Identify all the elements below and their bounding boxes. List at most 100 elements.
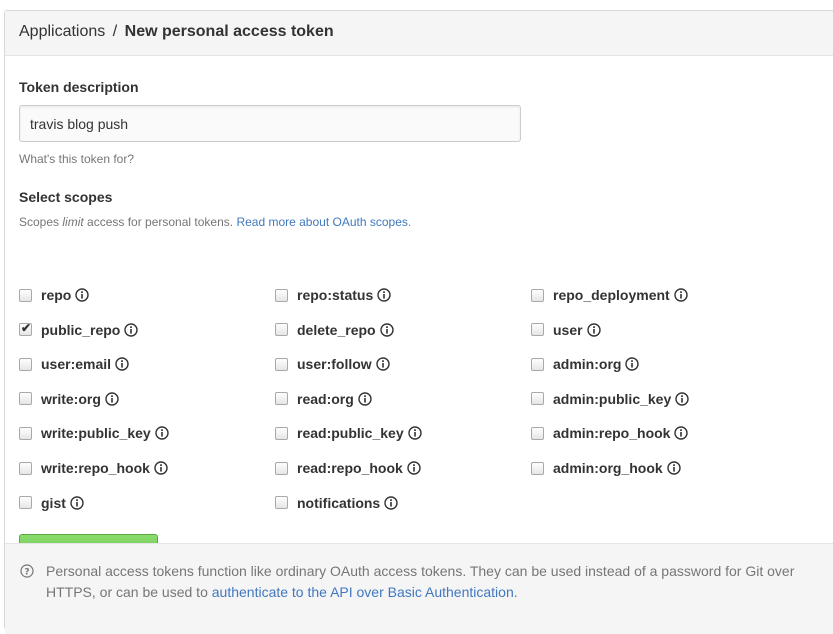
scope-user-email[interactable]: user:email: [19, 354, 129, 374]
scope-read-public-key[interactable]: read:public_key: [275, 423, 422, 443]
footer-note: ? Personal access tokens function like o…: [5, 543, 833, 634]
info-icon[interactable]: [625, 357, 640, 371]
scope-read-repo-hook[interactable]: read:repo_hook: [275, 458, 421, 478]
scope-admin-org[interactable]: admin:org: [531, 354, 640, 374]
scope-checkbox-read-repo-hook[interactable]: [275, 461, 288, 475]
info-icon[interactable]: [75, 288, 90, 302]
scopes-note-after: access for personal tokens.: [83, 215, 237, 229]
scope-label: repo:status: [297, 287, 374, 303]
info-icon[interactable]: [666, 461, 681, 475]
scope-repo[interactable]: repo: [19, 285, 90, 305]
info-icon[interactable]: [124, 322, 139, 337]
scope-checkbox-notifications[interactable]: [275, 496, 288, 510]
scope-notifications[interactable]: notifications: [275, 493, 398, 513]
scope-user-follow[interactable]: user:follow: [275, 354, 390, 374]
breadcrumb-applications[interactable]: Applications: [19, 23, 105, 40]
oauth-scopes-link[interactable]: Read more about OAuth scopes: [236, 215, 407, 229]
info-icon[interactable]: [115, 357, 129, 371]
scope-checkbox-user-email[interactable]: [19, 357, 32, 371]
basic-auth-link[interactable]: authenticate to the API over Basic Authe…: [212, 584, 514, 600]
token-description-label: Token description: [19, 79, 139, 95]
scope-label: read:org: [297, 390, 354, 407]
scope-public-repo[interactable]: public_repo: [19, 320, 139, 340]
svg-text:?: ?: [24, 568, 29, 578]
scope-checkbox-write-org[interactable]: [19, 392, 32, 406]
scope-label: gist: [41, 494, 66, 511]
scope-checkbox-user-follow[interactable]: [275, 357, 288, 371]
scope-label: admin:public_key: [553, 390, 672, 407]
info-icon[interactable]: [674, 288, 688, 302]
scope-user[interactable]: user: [531, 320, 601, 340]
scope-label: read:repo_hook: [297, 460, 403, 476]
breadcrumb-separator: /: [112, 23, 118, 40]
footer-text: Personal access tokens function like ord…: [46, 561, 826, 603]
info-icon[interactable]: [105, 392, 119, 406]
scopes-note-emphasis: limit: [62, 215, 84, 229]
scope-write-repo-hook[interactable]: write:repo_hook: [19, 458, 168, 478]
scope-label: user: [553, 321, 583, 338]
scope-admin-repo-hook[interactable]: admin:repo_hook: [531, 423, 689, 443]
info-icon[interactable]: [407, 461, 421, 475]
info-icon[interactable]: [154, 461, 168, 475]
scope-label: admin:org_hook: [553, 460, 663, 476]
scope-label: notifications: [297, 494, 381, 511]
scope-label: write:repo_hook: [41, 460, 150, 476]
scope-write-org[interactable]: write:org: [19, 389, 119, 409]
page-title: New personal access token: [124, 23, 334, 40]
scope-checkbox-repo-deployment[interactable]: [531, 288, 544, 302]
scope-checkbox-admin-org-hook[interactable]: [531, 461, 544, 475]
scopes-note: Scopes limit access for personal tokens.…: [19, 215, 411, 229]
scope-repo-deployment[interactable]: repo_deployment: [531, 285, 688, 305]
select-scopes-label: Select scopes: [19, 189, 113, 205]
info-icon[interactable]: [375, 357, 390, 371]
scope-label: user:follow: [297, 356, 372, 373]
info-icon[interactable]: [407, 426, 422, 441]
scope-label: admin:org: [553, 356, 622, 373]
scope-checkbox-delete-repo[interactable]: [275, 323, 288, 337]
scope-label: delete_repo: [297, 321, 376, 338]
scope-checkbox-admin-public-key[interactable]: [531, 392, 544, 406]
footer-text-suffix: .: [513, 584, 518, 600]
question-circle-icon: ?: [20, 564, 34, 581]
scope-checkbox-write-public-key[interactable]: [19, 426, 32, 440]
scopes-note-suffix: .: [407, 215, 412, 229]
scope-checkbox-gist[interactable]: [19, 496, 32, 510]
scope-write-public-key[interactable]: write:public_key: [19, 423, 169, 443]
scope-checkbox-admin-repo-hook[interactable]: [531, 426, 544, 440]
scope-label: repo: [41, 287, 72, 303]
breadcrumb: Applications / New personal access token: [5, 11, 833, 56]
scope-admin-public-key[interactable]: admin:public_key: [531, 389, 689, 409]
info-icon[interactable]: [155, 426, 169, 441]
token-description-help: What's this token for?: [19, 152, 135, 166]
info-icon[interactable]: [70, 495, 84, 510]
token-form-panel: Applications / New personal access token…: [4, 10, 833, 634]
scope-label: repo_deployment: [553, 287, 670, 303]
scope-checkbox-write-repo-hook[interactable]: [19, 461, 32, 475]
scope-checkbox-admin-org[interactable]: [531, 357, 544, 371]
scope-checkbox-public-repo[interactable]: [19, 321, 32, 337]
scope-checkbox-read-org[interactable]: [275, 392, 288, 406]
scope-label: public_repo: [41, 321, 121, 338]
info-icon[interactable]: [675, 392, 689, 406]
scope-checkbox-user[interactable]: [531, 323, 544, 337]
info-icon[interactable]: [586, 322, 601, 337]
scope-gist[interactable]: gist: [19, 493, 84, 513]
scope-repo-status[interactable]: repo:status: [275, 285, 391, 305]
info-icon[interactable]: [377, 288, 391, 302]
scope-checkbox-read-public-key[interactable]: [275, 426, 288, 440]
scope-label: read:public_key: [297, 425, 404, 442]
scopes-note-before: Scopes: [19, 215, 63, 229]
scope-delete-repo[interactable]: delete_repo: [275, 320, 394, 340]
info-icon[interactable]: [384, 495, 398, 510]
scope-read-org[interactable]: read:org: [275, 389, 372, 409]
scope-checkbox-repo[interactable]: [19, 288, 32, 302]
scope-checkbox-repo-status[interactable]: [275, 288, 288, 302]
info-icon[interactable]: [674, 426, 689, 441]
scope-admin-org-hook[interactable]: admin:org_hook: [531, 458, 681, 478]
scope-label: admin:repo_hook: [553, 425, 671, 442]
scope-label: write:public_key: [41, 425, 151, 442]
scope-label: user:email: [41, 356, 112, 373]
info-icon[interactable]: [358, 392, 372, 406]
info-icon[interactable]: [379, 322, 394, 337]
token-description-input[interactable]: [19, 105, 521, 142]
